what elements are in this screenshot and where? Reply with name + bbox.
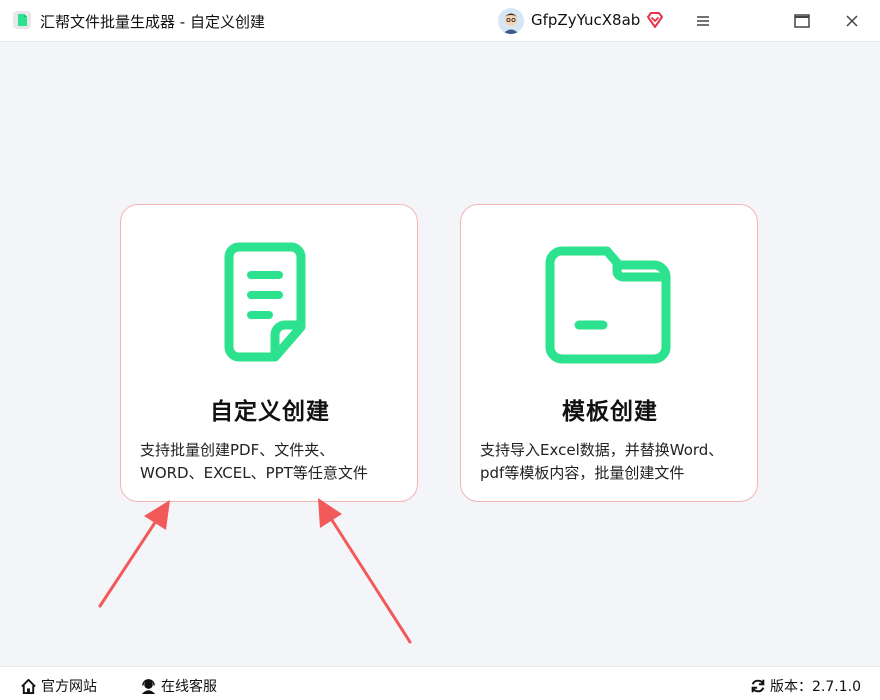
refresh-icon [751,679,765,693]
template-create-description: 支持导入Excel数据，并替换Word、 pdf等模板内容，批量创建文件 [480,439,748,485]
app-logo-icon [13,11,31,29]
custom-create-description: 支持批量创建PDF、文件夹、 WORD、EXCEL、PPT等任意文件 [140,439,408,485]
template-desc-line-1: 支持导入Excel数据，并替换Word、 [480,441,724,459]
online-service-link[interactable]: 在线客服 [140,676,217,696]
arrow-left [98,500,170,608]
folder-icon [545,246,671,364]
footer-bar: 官方网站 在线客服 版本：2.7.1.0 [0,666,880,700]
template-create-title: 模板创建 [562,399,658,425]
official-website-label: 官方网站 [41,679,97,695]
vip-diamond-icon[interactable] [645,10,665,30]
template-create-card[interactable]: 模板创建 支持导入Excel数据，并替换Word、 pdf等模板内容，批量创建文… [460,204,758,502]
custom-create-card[interactable]: 自定义创建 支持批量创建PDF、文件夹、 WORD、EXCEL、PPT等任意文件 [120,204,418,502]
username[interactable]: GfpZyYucX8ab [531,11,640,29]
avatar-icon [498,8,524,34]
version-label: 版本：2.7.1.0 [770,679,861,695]
document-icon [224,242,306,362]
user-avatar[interactable] [498,8,524,34]
customer-service-icon [141,678,156,694]
title-bar: 汇帮文件批量生成器 - 自定义创建 GfpZyYucX8ab [0,0,880,42]
official-website-link[interactable]: 官方网站 [20,676,97,696]
template-desc-line-2: pdf等模板内容，批量创建文件 [480,464,685,482]
custom-desc-line-1: 支持批量创建PDF、文件夹、 [140,441,335,459]
custom-desc-line-2: WORD、EXCEL、PPT等任意文件 [140,464,368,482]
arrow-right [318,498,412,644]
close-icon[interactable] [842,11,862,31]
version-info[interactable]: 版本：2.7.1.0 [750,676,861,696]
home-icon [21,678,36,694]
maximize-icon[interactable] [792,11,812,31]
menu-icon[interactable] [693,11,713,31]
online-service-label: 在线客服 [161,679,217,695]
custom-create-title: 自定义创建 [210,399,330,425]
window-title: 汇帮文件批量生成器 - 自定义创建 [40,13,265,31]
